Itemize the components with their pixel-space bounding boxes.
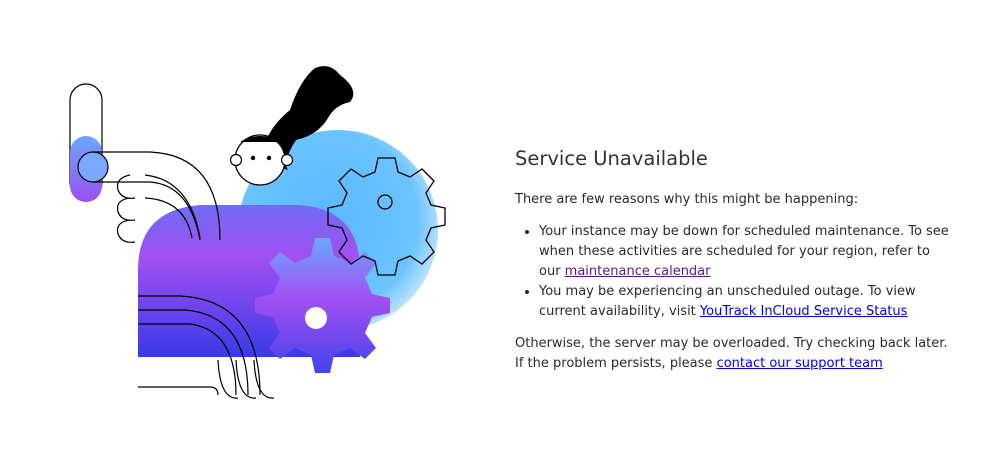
page-title: Service Unavailable [515, 147, 708, 170]
contact-support-link[interactable]: contact our support team [717, 356, 883, 371]
reasons-list: Your instance may be down for scheduled … [515, 222, 955, 322]
error-page: Service Unavailable There are few reason… [0, 0, 1002, 468]
reason-item-outage: You may be experiencing an unscheduled o… [539, 282, 955, 322]
closing-text-block: Otherwise, the server may be overloaded.… [515, 334, 955, 374]
reason-item-maintenance: Your instance may be down for scheduled … [539, 222, 955, 282]
intro-text: There are few reasons why this might be … [515, 192, 859, 207]
maintenance-calendar-link[interactable]: maintenance calendar [565, 264, 711, 279]
error-message-panel: Service Unavailable There are few reason… [515, 146, 955, 374]
service-unavailable-illustration [60, 60, 450, 410]
service-status-link[interactable]: YouTrack InCloud Service Status [700, 304, 908, 319]
